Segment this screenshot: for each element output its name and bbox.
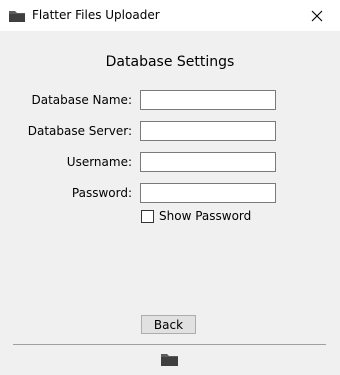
password-field[interactable] [140, 183, 276, 203]
database-name-label: Database Name: [31, 93, 132, 107]
show-password-checkbox[interactable] [141, 210, 154, 223]
show-password-label[interactable]: Show Password [159, 209, 251, 223]
back-button[interactable]: Back [141, 315, 196, 334]
database-server-label: Database Server: [27, 124, 132, 138]
title-bar: Flatter Files Uploader [0, 0, 340, 31]
username-label: Username: [66, 155, 132, 169]
folder-icon [9, 11, 25, 22]
divider [13, 344, 326, 345]
username-field[interactable] [140, 152, 276, 172]
database-server-field[interactable] [140, 121, 276, 141]
close-button[interactable] [294, 0, 340, 31]
window-title: Flatter Files Uploader [32, 8, 160, 22]
folder-icon [161, 354, 178, 366]
database-name-field[interactable] [140, 90, 276, 110]
password-label: Password: [71, 186, 132, 200]
page-title: Database Settings [105, 54, 235, 70]
close-icon [311, 10, 323, 21]
